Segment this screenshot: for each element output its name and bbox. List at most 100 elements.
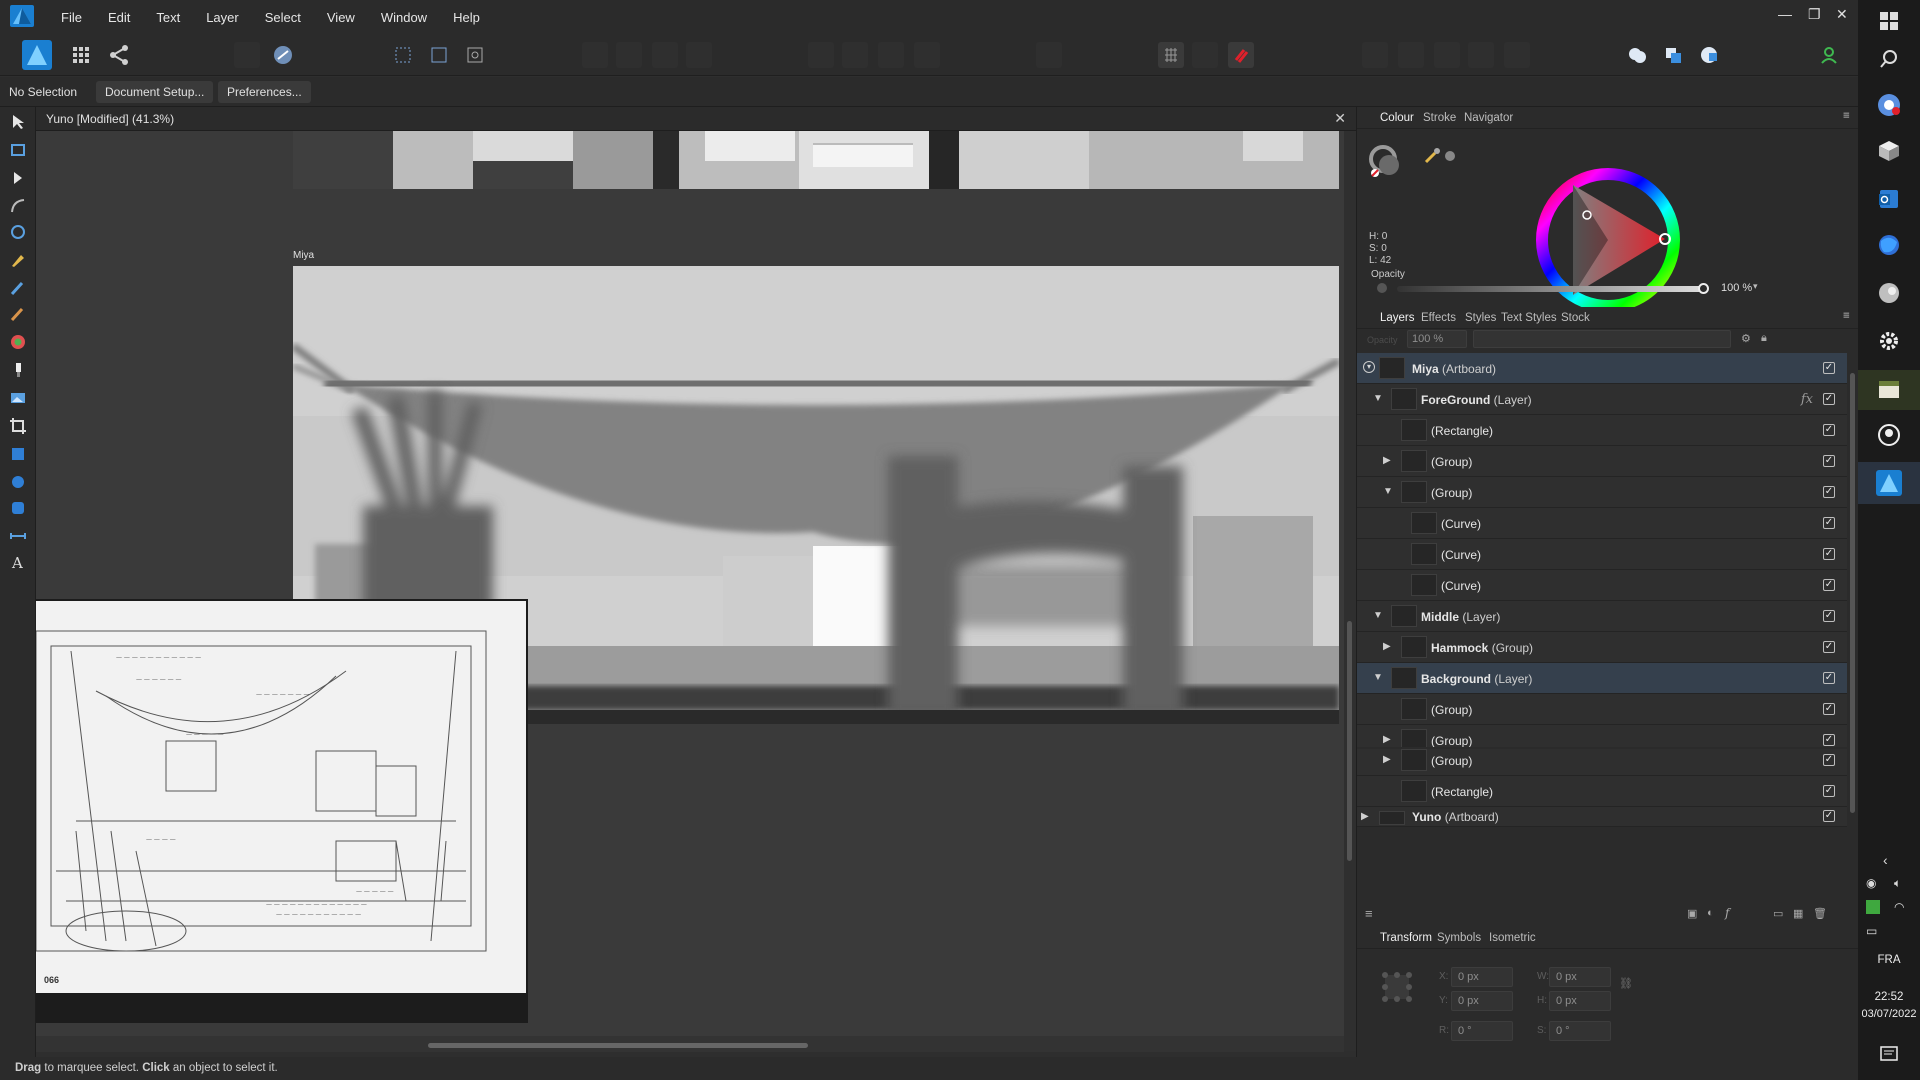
- visibility-checkbox[interactable]: ✓: [1823, 517, 1835, 529]
- colour-wheel[interactable]: [1533, 165, 1683, 315]
- delete-layer-icon[interactable]: 🗑︎: [1813, 907, 1827, 920]
- snapping-magnet-icon[interactable]: [1228, 42, 1254, 68]
- transparency-tool-icon[interactable]: [9, 361, 27, 379]
- layer-row-rectangle[interactable]: (Rectangle) ✓: [1357, 776, 1847, 807]
- height-field[interactable]: 0 px: [1549, 991, 1611, 1011]
- mask-icon[interactable]: ▣: [1687, 907, 1697, 920]
- toolbar-button[interactable]: [1468, 42, 1494, 68]
- visibility-checkbox[interactable]: ✓: [1823, 754, 1835, 766]
- toolbar-button[interactable]: [1504, 42, 1530, 68]
- toolbar-button[interactable]: [582, 42, 608, 68]
- canvas[interactable]: Miya — — — — — — — — — — — — — — — — — —…: [36, 131, 1344, 1051]
- point-transform-tool-icon[interactable]: [9, 197, 27, 215]
- rotation-field[interactable]: 0 °: [1451, 1021, 1513, 1041]
- toolbar-button[interactable]: [1036, 42, 1062, 68]
- affinity-designer-logo-icon[interactable]: [10, 5, 34, 27]
- layer-row-group[interactable]: ▶ (Group) ✓: [1357, 446, 1847, 477]
- tab-styles[interactable]: Styles: [1465, 312, 1496, 324]
- expand-toggle-icon[interactable]: ▶: [1383, 641, 1391, 652]
- visibility-checkbox[interactable]: ✓: [1823, 548, 1835, 560]
- document-setup-button[interactable]: Document Setup...: [96, 81, 214, 103]
- battery-icon[interactable]: ▭: [1866, 924, 1877, 938]
- rounded-rectangle-tool-icon[interactable]: [9, 499, 27, 517]
- eyedropper-icon[interactable]: [1423, 147, 1441, 165]
- transform-mode-icon[interactable]: [462, 42, 488, 68]
- layer-opacity-field[interactable]: 100 %: [1407, 330, 1467, 348]
- toolbar-button[interactable]: [1398, 42, 1424, 68]
- visibility-checkbox[interactable]: ✓: [1823, 579, 1835, 591]
- tray-app-icon[interactable]: [1866, 900, 1880, 914]
- expand-toggle-icon[interactable]: ▶: [1383, 455, 1391, 466]
- layer-row-miya-artboard[interactable]: ▾ Miya (Artboard) ✓: [1357, 353, 1847, 384]
- vertical-scroll-thumb[interactable]: [1347, 621, 1352, 861]
- layer-row-background-layer[interactable]: ▼ Background (Layer) ✓: [1357, 663, 1847, 694]
- anchor-point-selector[interactable]: [1379, 969, 1415, 1005]
- pixel-persona-icon[interactable]: [68, 42, 94, 68]
- menu-help[interactable]: Help: [440, 10, 493, 25]
- close-icon[interactable]: ✕: [1836, 6, 1848, 23]
- layers-scroll-thumb[interactable]: [1850, 373, 1855, 813]
- fx-footer-icon[interactable]: f: [1725, 906, 1729, 920]
- visibility-checkbox[interactable]: ✓: [1823, 362, 1835, 374]
- tab-text-styles[interactable]: Text Styles: [1501, 312, 1557, 324]
- reference-sketch-image[interactable]: — — — — — — — — — — — — — — — — — — — — …: [36, 599, 528, 1023]
- toolbar-button[interactable]: [652, 42, 678, 68]
- firefox-app-icon[interactable]: [1876, 232, 1902, 258]
- export-persona-icon[interactable]: [106, 42, 132, 68]
- lock-icon[interactable]: 🔒︎: [1761, 332, 1767, 345]
- user-account-icon[interactable]: [1816, 42, 1842, 68]
- artistic-text-tool-icon[interactable]: A: [9, 553, 27, 571]
- expand-toggle-icon[interactable]: ▼: [1373, 672, 1383, 683]
- layer-row-hammock-group[interactable]: ▶ Hammock (Group) ✓: [1357, 632, 1847, 663]
- layer-row-foreground-layer[interactable]: ▼ ForeGround (Layer) fx ✓: [1357, 384, 1847, 415]
- layer-settings-gear-icon[interactable]: ⚙: [1741, 332, 1751, 345]
- pencil-tool-icon[interactable]: [9, 279, 27, 297]
- document-tab[interactable]: Yuno [Modified] (41.3%) ✕: [36, 107, 1356, 131]
- visibility-checkbox[interactable]: ✓: [1823, 672, 1835, 684]
- measure-tool-icon[interactable]: [9, 527, 27, 545]
- place-image-tool-icon[interactable]: [9, 389, 27, 407]
- tab-isometric[interactable]: Isometric: [1489, 932, 1536, 944]
- artboard-tool-icon[interactable]: [9, 141, 27, 159]
- tab-colour[interactable]: Colour: [1380, 112, 1414, 124]
- boolean-intersect-icon[interactable]: [1696, 42, 1722, 68]
- cube-app-icon[interactable]: [1876, 138, 1902, 164]
- opacity-dropdown-icon[interactable]: ▾: [1753, 281, 1758, 292]
- tab-symbols[interactable]: Symbols: [1437, 932, 1481, 944]
- menu-window[interactable]: Window: [368, 10, 440, 25]
- notifications-icon[interactable]: [1878, 1044, 1900, 1066]
- layer-row-rectangle[interactable]: (Rectangle) ✓: [1357, 415, 1847, 446]
- width-field[interactable]: 0 px: [1549, 967, 1611, 987]
- menu-text[interactable]: Text: [143, 10, 193, 25]
- settings-gear-icon[interactable]: [1876, 328, 1902, 354]
- visibility-checkbox[interactable]: ✓: [1823, 610, 1835, 622]
- volume-icon[interactable]: 🔈︎: [1894, 876, 1901, 891]
- move-tool-icon[interactable]: [9, 113, 27, 131]
- layer-row-group[interactable]: ▼ (Group) ✓: [1357, 477, 1847, 508]
- tab-layers[interactable]: Layers: [1380, 312, 1415, 324]
- selection-box-icon[interactable]: [390, 42, 416, 68]
- adjustment-icon[interactable]: ◐: [1707, 907, 1714, 919]
- panel-menu-icon[interactable]: ≡: [1843, 110, 1850, 122]
- toolbar-button[interactable]: [808, 42, 834, 68]
- opacity-slider-handle[interactable]: [1698, 283, 1709, 294]
- search-icon[interactable]: [1876, 46, 1902, 72]
- layer-row-group[interactable]: ▶ (Group) ✓: [1357, 749, 1847, 776]
- visibility-checkbox[interactable]: ✓: [1823, 455, 1835, 467]
- menu-edit[interactable]: Edit: [95, 10, 143, 25]
- visibility-checkbox[interactable]: ✓: [1823, 393, 1835, 405]
- layer-row-curve[interactable]: (Curve) ✓: [1357, 508, 1847, 539]
- fx-icon[interactable]: fx: [1801, 392, 1813, 407]
- menu-view[interactable]: View: [314, 10, 368, 25]
- toolbar-button[interactable]: [1434, 42, 1460, 68]
- pen-tool-icon[interactable]: [9, 251, 27, 269]
- artboard-yuno[interactable]: [293, 131, 1339, 189]
- collapse-icon[interactable]: ▾: [1363, 361, 1375, 373]
- expand-toggle-icon[interactable]: ▼: [1383, 486, 1393, 497]
- toolbar-button[interactable]: [914, 42, 940, 68]
- restore-icon[interactable]: ❐: [1808, 6, 1821, 23]
- app-icon[interactable]: [1876, 280, 1902, 306]
- expand-toggle-icon[interactable]: ▶: [1361, 811, 1369, 822]
- colour-swatch[interactable]: [1445, 151, 1455, 161]
- chrome-app-icon[interactable]: [1876, 92, 1902, 118]
